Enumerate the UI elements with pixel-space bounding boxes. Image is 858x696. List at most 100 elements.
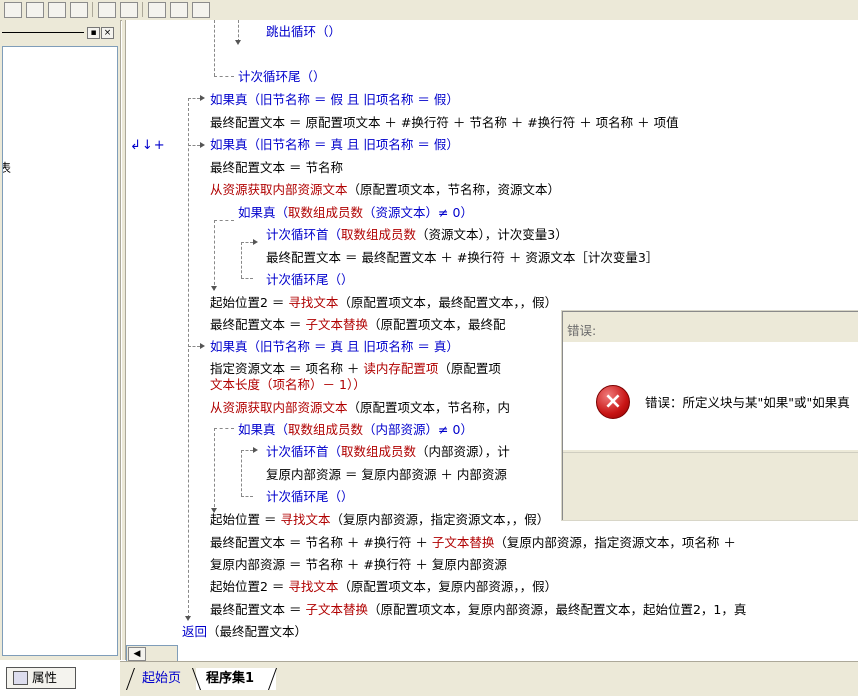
code-text: 计次循环尾（） — [266, 272, 354, 287]
toolbar-vspace-icon[interactable] — [120, 2, 138, 18]
arrow-right-icon — [200, 142, 205, 148]
flow-guide — [214, 220, 215, 290]
code-function: 取数组成员数 — [288, 205, 364, 220]
code-text: 最终配置文本 ＝ 节名称 ＋ #换行符 ＋ — [210, 535, 432, 550]
toolbar-hspace-icon[interactable] — [98, 2, 116, 18]
arrow-down-icon — [211, 286, 217, 291]
code-line[interactable]: 如果真（取数组成员数（资源文本）≠ 0） — [238, 204, 473, 221]
code-keyword: 如果真 — [210, 137, 248, 152]
tab-start-page[interactable]: 起始页 — [125, 668, 200, 690]
code-keyword: 如果真 — [238, 205, 276, 220]
arrow-down-icon — [185, 616, 191, 621]
code-line[interactable]: 如果真（旧节名称 ＝ 假 且 旧项名称 ＝ 假） — [210, 91, 459, 108]
arrow-down-icon — [235, 40, 241, 45]
toolbar-hsize-icon[interactable] — [148, 2, 166, 18]
toolbar-layout-icon[interactable] — [26, 2, 44, 18]
code-text: （最终配置文本） — [207, 624, 308, 639]
code-line[interactable]: 如果真（旧节名称 ＝ 真 且 旧项名称 ＝ 假） — [210, 136, 459, 153]
list-item[interactable]: 表 — [3, 159, 11, 176]
toolbar-size-icon[interactable] — [192, 2, 210, 18]
code-line[interactable]: 跳出循环（） — [266, 23, 341, 40]
code-function: 文本长度 — [210, 377, 261, 392]
flow-guide — [238, 20, 239, 42]
code-line[interactable]: 计次循环首（取数组成员数（资源文本），计次变量3） — [266, 226, 568, 243]
code-line[interactable]: 起始位置2 ＝ 寻找文本（原配置项文本，最终配置文本，，假） — [210, 294, 557, 311]
tab-program-set[interactable]: 程序集1 — [191, 668, 278, 690]
code-line[interactable]: 最终配置文本 ＝ 原配置项文本 ＋ #换行符 ＋ 节名称 ＋ #换行符 ＋ 项名… — [210, 114, 679, 131]
scroll-left-button[interactable]: ◀ — [128, 647, 146, 661]
code-text: （ — [275, 422, 289, 437]
flow-guide — [241, 278, 253, 279]
left-list[interactable]: 表 — [2, 46, 118, 656]
toolbar — [0, 0, 858, 21]
code-text: （旧节名称 ＝ 真 且 旧项名称 ＝ 真） — [247, 339, 459, 354]
code-line[interactable]: 计次循环尾（） — [266, 488, 354, 505]
code-text: （项名称）－ 1）） — [260, 377, 366, 392]
toolbar-vsize-icon[interactable] — [170, 2, 188, 18]
arrow-right-icon — [253, 447, 258, 453]
code-line[interactable]: 计次循环首（取数组成员数（内部资源），计 — [266, 443, 510, 460]
code-line[interactable]: 最终配置文本 ＝ 节名称 — [210, 159, 343, 176]
code-text: 计次循环尾（） — [266, 489, 354, 504]
code-line[interactable]: 指定资源文本 ＝ 项名称 ＋ 读内存配置项（原配置项 — [210, 360, 501, 377]
flow-guide — [241, 450, 242, 496]
code-line[interactable]: 计次循环尾（） — [266, 271, 354, 288]
code-line[interactable]: 计次循环尾（） — [238, 68, 326, 85]
close-button[interactable]: × — [101, 27, 114, 39]
horizontal-scrollbar[interactable]: ◀ — [126, 645, 178, 662]
code-line[interactable]: 如果真（取数组成员数（内部资源）≠ 0） — [238, 421, 473, 438]
toolbar-column-icon[interactable] — [70, 2, 88, 18]
minimize-button[interactable]: ▪ — [87, 27, 100, 39]
code-text: 计次循环尾 — [238, 69, 301, 84]
toolbar-align-icon[interactable] — [48, 2, 66, 18]
code-line[interactable]: 最终配置文本 ＝ 子文本替换（原配置项文本，复原内部资源，最终配置文本，起始位置… — [210, 601, 746, 618]
code-line[interactable]: 返回（最终配置文本） — [182, 623, 307, 640]
code-text: （复原内部资源，指定资源文本，项名称 ＋ — [494, 535, 736, 550]
tab-label: 程序集1 — [206, 671, 255, 686]
arrow-right-icon — [200, 95, 205, 101]
code-line[interactable]: 复原内部资源 ＝ 节名称 ＋ #换行符 ＋ 复原内部资源 — [210, 556, 507, 573]
code-line[interactable]: 如果真（旧节名称 ＝ 真 且 旧项名称 ＝ 真） — [210, 338, 459, 355]
code-function: 取数组成员数 — [341, 227, 417, 242]
flow-guide — [214, 20, 215, 76]
code-line[interactable]: 从资源获取内部资源文本（原配置项文本，节名称，资源文本） — [210, 181, 560, 198]
code-function: 读内存配置项 — [363, 361, 439, 376]
toolbar-separator — [92, 2, 93, 17]
code-text: （复原内部资源，指定资源文本，，假） — [330, 512, 550, 527]
code-line[interactable]: 最终配置文本 ＝ 子文本替换（原配置项文本，最终配 — [210, 316, 505, 333]
properties-tab[interactable]: 属性 — [6, 667, 76, 689]
tab-edge — [267, 668, 278, 690]
code-text: （内部资源）≠ 0） — [363, 422, 473, 437]
arrow-right-icon — [253, 239, 258, 245]
code-keyword: 计次循环首 — [266, 444, 329, 459]
code-text: （原配置项 — [438, 361, 501, 376]
toolbar-grid-icon[interactable] — [4, 2, 22, 18]
code-line[interactable]: 最终配置文本 ＝ 节名称 ＋ #换行符 ＋ 子文本替换（复原内部资源，指定资源文… — [210, 534, 736, 551]
code-text: 起始位置2 ＝ — [210, 579, 289, 594]
error-dialog[interactable]: 错误: × 错误：所定义块与某"如果"或"如果真 — [562, 311, 858, 520]
code-function: 取数组成员数 — [288, 422, 364, 437]
code-text: （ — [328, 444, 342, 459]
code-function: 从资源获取内部资源文本 — [210, 182, 348, 197]
code-line[interactable]: 起始位置2 ＝ 寻找文本（原配置项文本，复原内部资源，，假） — [210, 578, 557, 595]
code-text: 跳出循环（） — [266, 24, 342, 39]
code-text: 起始位置 ＝ — [210, 512, 281, 527]
code-line[interactable]: 文本长度（项名称）－ 1）） — [210, 376, 366, 393]
flow-guide — [241, 242, 242, 278]
breakpoint-marker[interactable]: ↲↓+ — [130, 138, 166, 153]
flow-guide — [214, 220, 234, 221]
toolbar-separator — [142, 2, 143, 17]
flow-guide — [214, 428, 234, 429]
code-line[interactable]: 起始位置 ＝ 寻找文本（复原内部资源，指定资源文本，，假） — [210, 511, 549, 528]
code-line[interactable]: 最终配置文本 ＝ 最终配置文本 ＋ #换行符 ＋ 资源文本［计次变量3］ — [266, 249, 658, 266]
code-keyword: 如果真 — [238, 422, 276, 437]
properties-icon — [13, 671, 28, 685]
flow-guide — [241, 450, 253, 451]
code-line[interactable]: 复原内部资源 ＝ 复原内部资源 ＋ 内部资源 — [266, 466, 507, 483]
code-function: 从资源获取内部资源文本 — [210, 400, 348, 415]
code-text: （原配置项文本，最终配置文本，，假） — [338, 295, 558, 310]
left-panel-caption: ▪ × — [0, 24, 118, 42]
code-line[interactable]: 从资源获取内部资源文本（原配置项文本，节名称，内 — [210, 399, 510, 416]
code-text: 起始位置2 ＝ — [210, 295, 289, 310]
flow-guide — [188, 98, 200, 99]
